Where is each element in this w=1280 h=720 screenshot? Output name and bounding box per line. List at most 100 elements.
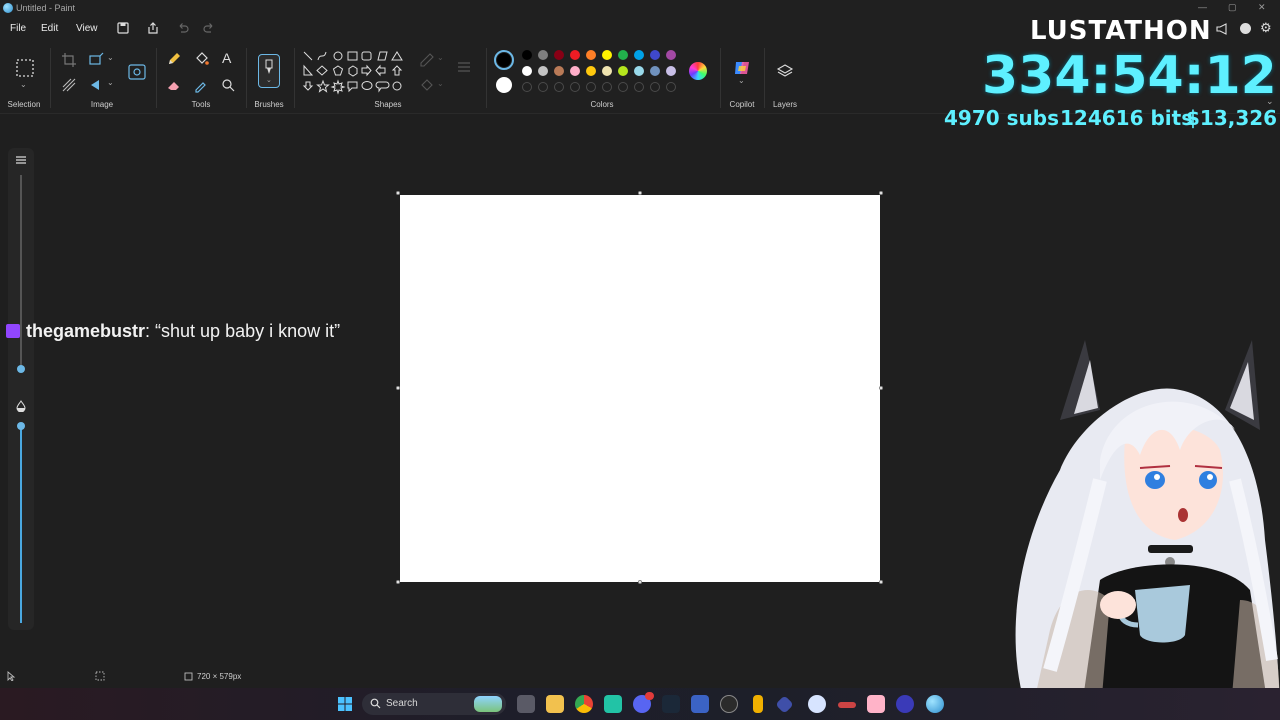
- color-swatch[interactable]: [634, 66, 644, 76]
- widgets-icon[interactable]: [474, 696, 502, 712]
- drawing-canvas[interactable]: [400, 195, 880, 582]
- custom-color-slot[interactable]: [666, 82, 676, 92]
- save-icon[interactable]: [116, 21, 130, 35]
- color-swatch[interactable]: [522, 50, 532, 60]
- audio-app-icon[interactable]: [604, 695, 622, 713]
- paint-taskbar-icon[interactable]: [926, 695, 944, 713]
- megaphone-icon[interactable]: [1215, 22, 1229, 36]
- brushes-button[interactable]: ⌄: [258, 54, 280, 88]
- pencil-icon[interactable]: [165, 50, 183, 68]
- outline-dropdown-icon[interactable]: ⌄: [437, 53, 444, 62]
- close-icon[interactable]: ✕: [1258, 2, 1266, 13]
- layers-icon[interactable]: [776, 62, 794, 80]
- opacity-slider-thumb[interactable]: [17, 422, 25, 430]
- chrome-icon[interactable]: [575, 695, 593, 713]
- image-crop-select-icon[interactable]: [127, 62, 147, 82]
- selection-dropdown-icon[interactable]: ⌄: [20, 80, 27, 89]
- canvas-resize-handle[interactable]: [396, 386, 400, 390]
- color-swatch[interactable]: [666, 66, 676, 76]
- resize-dropdown-icon[interactable]: ⌄: [107, 53, 114, 62]
- canvas-resize-handle[interactable]: [396, 580, 400, 584]
- arrow-app-icon[interactable]: [753, 695, 763, 713]
- canvas-resize-handle[interactable]: [879, 386, 883, 390]
- custom-color-slot[interactable]: [650, 82, 660, 92]
- edge-app-icon[interactable]: [808, 695, 826, 713]
- custom-color-slot[interactable]: [634, 82, 644, 92]
- size-slider-icon: [16, 156, 26, 164]
- undo-icon[interactable]: [176, 21, 190, 35]
- redo-icon[interactable]: [202, 21, 216, 35]
- color-swatch[interactable]: [650, 66, 660, 76]
- custom-color-slot[interactable]: [538, 82, 548, 92]
- bitwarden-icon[interactable]: [691, 695, 709, 713]
- select-all-icon[interactable]: [60, 76, 78, 94]
- canvas-resize-handle[interactable]: [879, 580, 883, 584]
- color-picker-icon[interactable]: [192, 76, 210, 94]
- magnifier-icon[interactable]: [219, 76, 237, 94]
- shapes-gallery[interactable]: [302, 50, 406, 98]
- opacity-slider-track[interactable]: [20, 425, 22, 623]
- copilot-icon[interactable]: [732, 58, 752, 78]
- menu-file[interactable]: File: [10, 23, 26, 34]
- crop-icon[interactable]: [60, 51, 78, 69]
- menu-view[interactable]: View: [76, 23, 98, 34]
- rectangle-select-icon[interactable]: [15, 58, 35, 78]
- streamer-app-icon[interactable]: [867, 695, 885, 713]
- custom-color-slot[interactable]: [522, 82, 532, 92]
- minimize-icon[interactable]: —: [1198, 2, 1207, 12]
- secondary-color-button[interactable]: [496, 77, 512, 93]
- canvas-resize-handle[interactable]: [396, 191, 400, 195]
- canvas-resize-handle[interactable]: [638, 580, 642, 584]
- primary-color-button[interactable]: [494, 50, 514, 70]
- color-swatch[interactable]: [570, 66, 580, 76]
- canvas-resize-handle[interactable]: [879, 191, 883, 195]
- edit-colors-icon[interactable]: [689, 62, 707, 80]
- menu-edit[interactable]: Edit: [41, 23, 58, 34]
- fill-icon[interactable]: [192, 50, 210, 68]
- media-player-icon[interactable]: [896, 695, 914, 713]
- color-swatch[interactable]: [538, 50, 548, 60]
- stream-event-title: LUSTATHON: [1030, 16, 1212, 46]
- obs-icon[interactable]: [720, 695, 738, 713]
- maximize-icon[interactable]: ▢: [1228, 2, 1237, 13]
- color-swatch[interactable]: [618, 66, 628, 76]
- custom-color-slot[interactable]: [570, 82, 580, 92]
- steam-icon[interactable]: [662, 695, 680, 713]
- size-icon[interactable]: [455, 58, 473, 76]
- settings-icon[interactable]: ⚙: [1260, 20, 1272, 36]
- custom-color-slot[interactable]: [602, 82, 612, 92]
- custom-color-slot[interactable]: [586, 82, 596, 92]
- task-view-icon[interactable]: [517, 695, 535, 713]
- file-explorer-icon[interactable]: [546, 695, 564, 713]
- canvas-resize-handle[interactable]: [638, 191, 642, 195]
- color-swatch[interactable]: [602, 50, 612, 60]
- color-swatch[interactable]: [666, 50, 676, 60]
- custom-color-slot[interactable]: [554, 82, 564, 92]
- color-swatch[interactable]: [554, 50, 564, 60]
- outline-icon[interactable]: [418, 50, 436, 68]
- game-app-icon[interactable]: [838, 702, 856, 708]
- color-swatch[interactable]: [586, 50, 596, 60]
- color-swatch[interactable]: [618, 50, 628, 60]
- size-slider-thumb[interactable]: [17, 365, 25, 373]
- rotate-icon[interactable]: [87, 76, 105, 94]
- color-swatch[interactable]: [538, 66, 548, 76]
- account-icon[interactable]: [1240, 23, 1251, 34]
- color-swatch[interactable]: [554, 66, 564, 76]
- rotate-dropdown-icon[interactable]: ⌄: [107, 78, 114, 87]
- color-swatch[interactable]: [602, 66, 612, 76]
- share-icon[interactable]: [146, 21, 160, 35]
- start-icon[interactable]: [337, 696, 353, 712]
- color-swatch[interactable]: [570, 50, 580, 60]
- color-swatch[interactable]: [586, 66, 596, 76]
- text-icon[interactable]: A: [222, 50, 231, 66]
- shape-fill-icon[interactable]: [418, 76, 436, 94]
- color-swatch[interactable]: [522, 66, 532, 76]
- shape-fill-dropdown-icon[interactable]: ⌄: [437, 79, 444, 88]
- resize-icon[interactable]: [87, 51, 105, 69]
- custom-color-slot[interactable]: [618, 82, 628, 92]
- copilot-dropdown-icon[interactable]: ⌄: [738, 76, 745, 85]
- color-swatch[interactable]: [650, 50, 660, 60]
- eraser-icon[interactable]: [165, 76, 183, 94]
- color-swatch[interactable]: [634, 50, 644, 60]
